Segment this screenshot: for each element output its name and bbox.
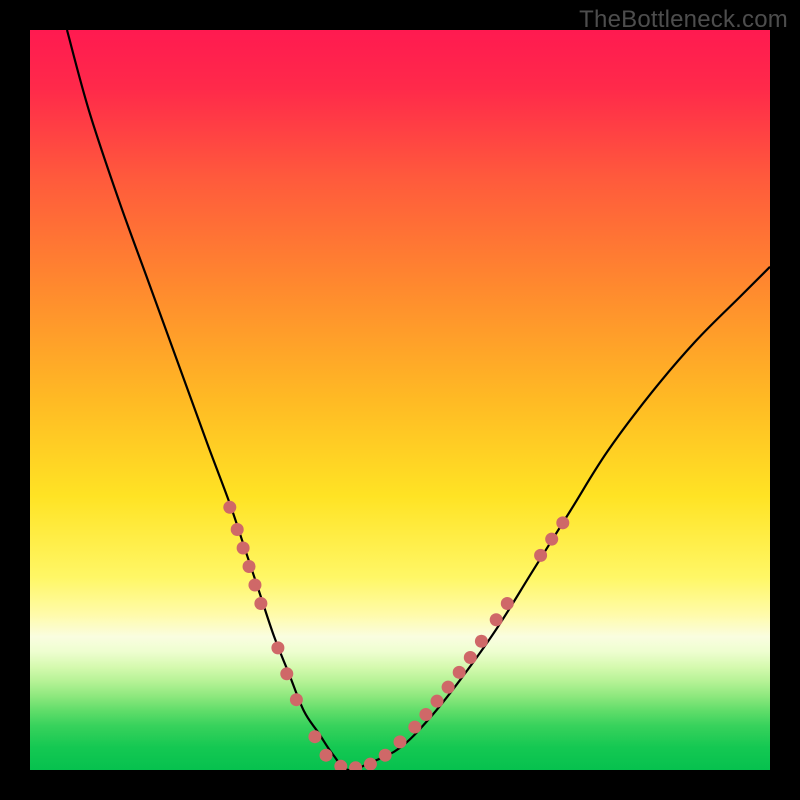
highlight-dot <box>394 735 407 748</box>
highlight-dot <box>453 666 466 679</box>
highlight-dot <box>490 613 503 626</box>
bottleneck-curve <box>67 30 770 770</box>
highlight-dot <box>408 721 421 734</box>
highlight-dot <box>243 560 256 573</box>
highlight-dot <box>475 635 488 648</box>
highlight-dots-group <box>223 501 569 770</box>
highlight-dot <box>308 730 321 743</box>
highlight-dot <box>248 579 261 592</box>
highlight-dot <box>534 549 547 562</box>
highlight-dot <box>431 695 444 708</box>
highlight-dot <box>349 761 362 770</box>
highlight-dot <box>231 523 244 536</box>
highlight-dot <box>442 681 455 694</box>
highlight-dot <box>419 708 432 721</box>
highlight-dot <box>501 597 514 610</box>
highlight-dot <box>290 693 303 706</box>
curve-layer <box>30 30 770 770</box>
chart-stage: TheBottleneck.com <box>0 0 800 800</box>
highlight-dot <box>545 533 558 546</box>
highlight-dot <box>271 641 284 654</box>
highlight-dot <box>320 749 333 762</box>
highlight-dot <box>223 501 236 514</box>
highlight-dot <box>464 651 477 664</box>
highlight-dot <box>254 597 267 610</box>
highlight-dot <box>280 667 293 680</box>
highlight-dot <box>334 760 347 770</box>
highlight-dot <box>237 542 250 555</box>
plot-area <box>30 30 770 770</box>
highlight-dot <box>556 516 569 529</box>
watermark-text: TheBottleneck.com <box>579 6 788 34</box>
highlight-dot <box>379 749 392 762</box>
highlight-dot <box>364 758 377 770</box>
